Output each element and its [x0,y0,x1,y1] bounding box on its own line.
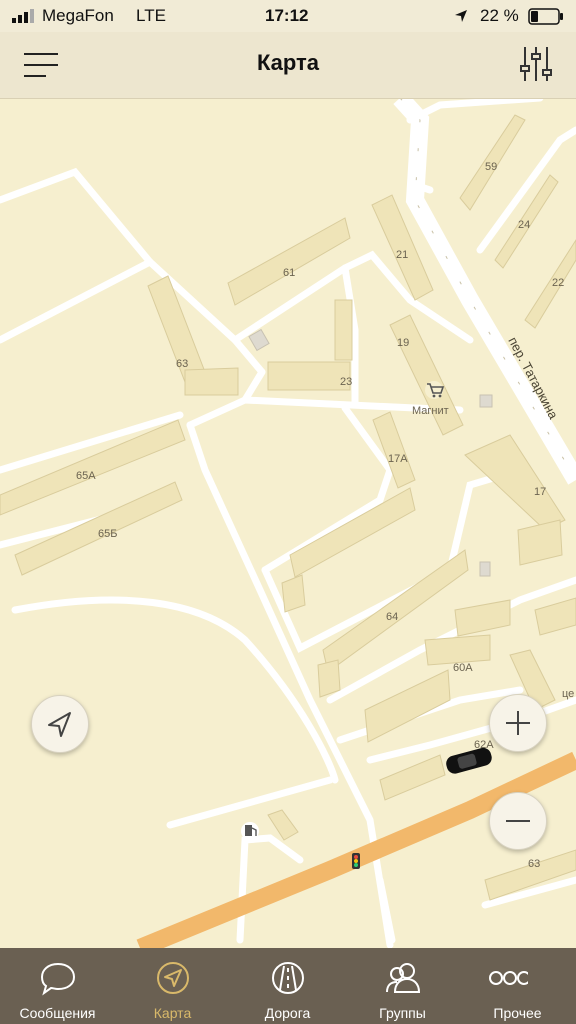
locate-button[interactable] [31,695,89,753]
label-63b: 63 [528,858,540,870]
label-59: 59 [485,161,497,173]
label-17: 17 [534,486,546,498]
plus-icon [506,711,530,735]
label-17a: 17А [388,453,408,465]
label-22: 22 [552,277,564,289]
label-21: 21 [396,249,408,261]
tab-more-label: Прочее [493,1005,542,1021]
status-time: 17:12 [265,6,309,25]
settings-button[interactable] [516,44,556,84]
location-arrow-icon [48,712,71,737]
sliders-icon [520,47,552,81]
label-60a: 60А [453,662,473,674]
label-65a: 65А [76,470,96,482]
tab-road-label: Дорога [264,1005,311,1021]
tab-map-label: Карта [153,1005,192,1021]
nav-bar: Карта [0,32,576,99]
label-cut: це [562,688,574,700]
road-icon [272,962,304,994]
gas-station-icon[interactable] [241,822,259,840]
shop-cart-icon[interactable] [425,381,445,399]
label-19: 19 [397,337,409,349]
zoom-in-button[interactable] [489,694,547,752]
status-bar: MegaFon LTE 17:12 22 % [0,0,576,32]
zoom-out-button[interactable] [489,792,547,850]
tab-messages-label: Сообщения [19,1005,96,1021]
label-shop: Магнит [412,405,449,417]
group-icon [386,963,421,993]
tab-groups-label: Группы [379,1005,426,1021]
battery-percent: 22 % [480,6,519,25]
tab-road[interactable]: Дорога [230,948,345,1024]
tab-more[interactable]: Прочее [460,948,575,1024]
tab-map[interactable]: Карта [115,948,230,1024]
carrier-label: MegaFon [42,6,114,25]
traffic-light-icon [352,853,360,869]
network-label: LTE [136,6,166,25]
label-24: 24 [518,219,530,231]
signal-icon [12,9,34,23]
tab-groups[interactable]: Группы [345,948,460,1024]
battery-icon [528,8,563,25]
label-63: 63 [176,358,188,370]
more-dots-icon [489,971,528,985]
tab-messages[interactable]: Сообщения [0,948,115,1024]
label-64: 64 [386,611,398,623]
label-23: 23 [340,376,352,388]
minus-icon [506,820,530,822]
location-services-icon [455,10,467,22]
page-title: Карта [256,50,320,75]
compass-arrow-icon [157,962,189,994]
tab-bar: Сообщения Карта Дорога Группы Прочее [0,948,576,1024]
chat-bubble-icon [40,962,76,996]
label-65b: 65Б [98,528,117,540]
label-61: 61 [283,267,295,279]
